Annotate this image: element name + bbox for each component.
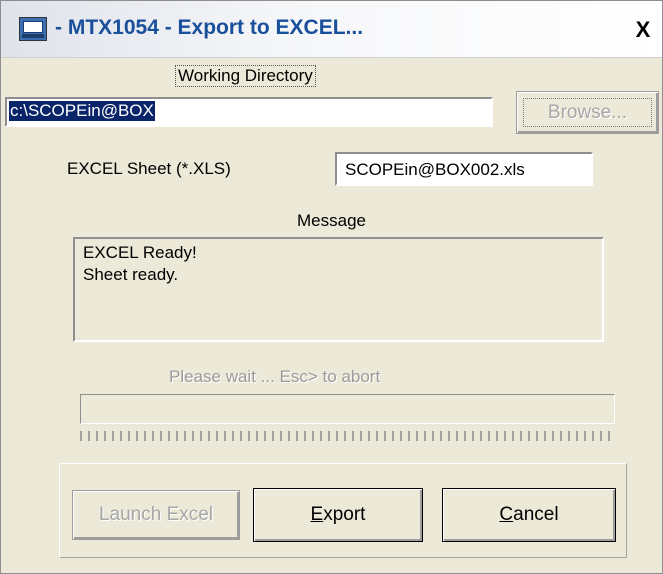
browse-button[interactable]: Browse... (516, 91, 659, 134)
window-title: - MTX1054 - Export to EXCEL... (55, 16, 364, 39)
excel-sheet-value: SCOPEin@BOX002.xls (345, 160, 525, 179)
message-label: Message (297, 211, 366, 230)
browse-focus-rect (523, 98, 652, 127)
working-directory-value: c:\SCOPEin@BOX (9, 101, 155, 121)
message-line-2: Sheet ready. (83, 265, 179, 284)
excel-sheet-label: EXCEL Sheet (*.XLS) (67, 159, 231, 178)
app-icon-screen (23, 21, 43, 33)
cancel-button[interactable]: Cancel (442, 488, 616, 542)
cancel-accelerator: C (499, 504, 514, 525)
app-window-icon[interactable] (19, 17, 47, 41)
title-bar[interactable]: - MTX1054 - Export to EXCEL... X (1, 1, 662, 58)
working-directory-input[interactable]: c:\SCOPEin@BOX (5, 97, 493, 127)
app-icon-base (22, 34, 44, 38)
message-box: EXCEL Ready! Sheet ready. (73, 237, 604, 342)
launch-excel-button[interactable]: Launch Excel (72, 490, 240, 540)
export-accelerator: E (310, 504, 324, 525)
export-button[interactable]: Export (253, 488, 423, 542)
cancel-label-rest: ancel (513, 504, 559, 525)
working-directory-label: Working Directory (175, 65, 316, 87)
excel-sheet-input[interactable]: SCOPEin@BOX002.xls (335, 152, 593, 186)
progress-bar (80, 394, 615, 424)
export-dialog: - MTX1054 - Export to EXCEL... X Working… (0, 0, 663, 574)
launch-excel-label: Launch Excel (98, 504, 214, 525)
export-label-rest: xport (323, 504, 366, 525)
progress-status-label: Please wait ... Esc> to abort (169, 367, 381, 386)
close-icon[interactable]: X (632, 19, 654, 41)
progress-ticks (80, 431, 615, 441)
message-line-1: EXCEL Ready! (83, 243, 197, 262)
